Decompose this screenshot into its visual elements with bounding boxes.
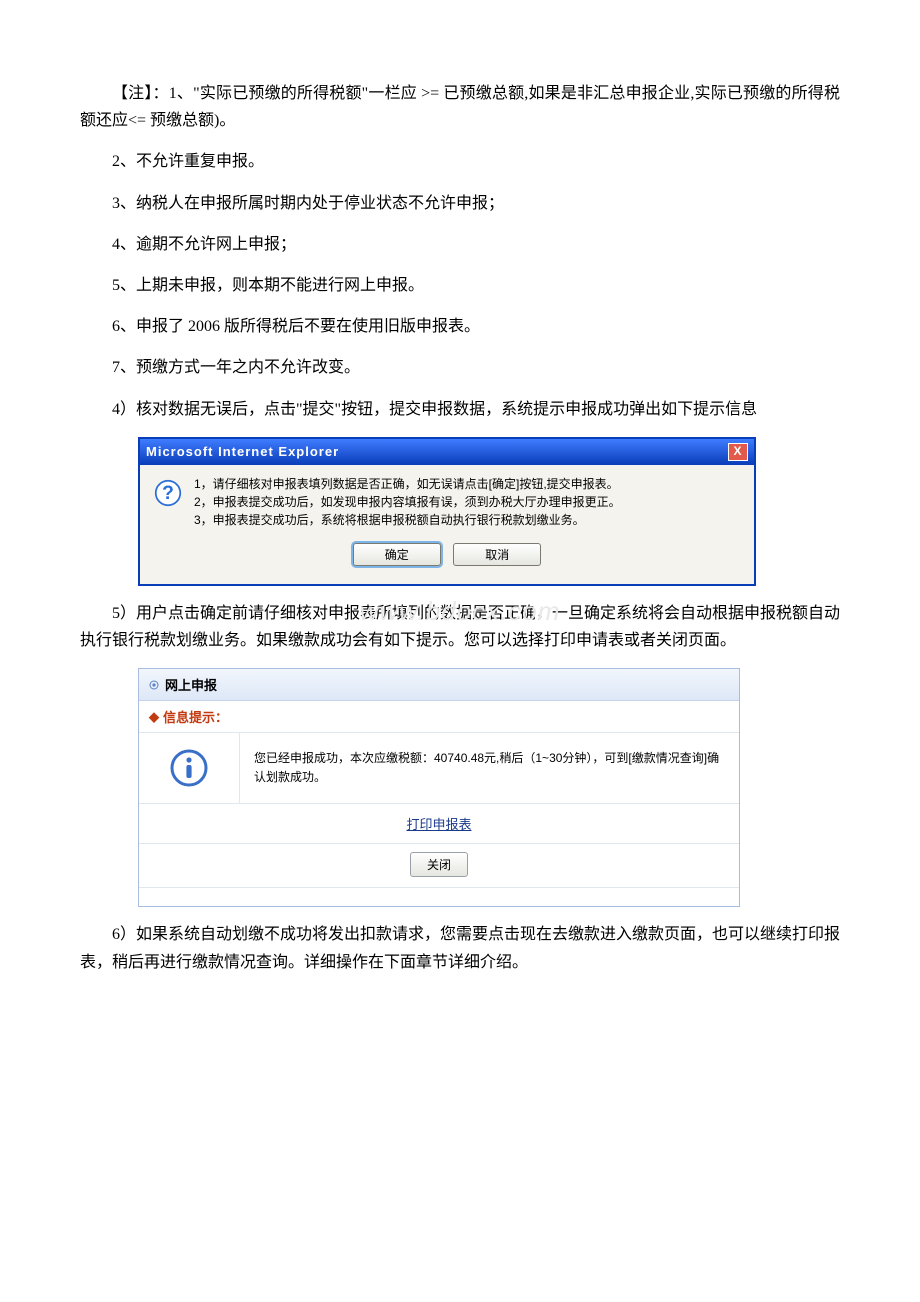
paragraph-note-4: 4、逾期不允许网上申报； [80,231,840,258]
dialog-titlebar: Microsoft Internet Explorer X [140,439,754,465]
success-panel: 网上申报 ◆ 信息提示： 您已经申报成功，本次应缴税额：40740.48元,稍后… [138,668,740,907]
paragraph-step-5: 5）用户点击确定前请仔细核对申报表所填列的数据是否正确，一旦确定系统将会自动根据… [80,600,840,654]
bullet-icon [149,680,159,690]
panel-subheader: ◆ 信息提示： [139,701,739,733]
panel-header: 网上申报 [139,669,739,701]
arrow-icon: ◆ [149,709,159,725]
dialog-line-2: 2，申报表提交成功后，如发现申报内容填报有误，须到办税大厅办理申报更正。 [194,493,621,511]
dialog-message: 1，请仔细核对申报表填列数据是否正确，如无误请点击[确定]按钮,提交申报表。 2… [194,475,621,529]
info-icon [169,748,209,788]
paragraph-note-5: 5、上期未申报，则本期不能进行网上申报。 [80,272,840,299]
ie-confirm-dialog: Microsoft Internet Explorer X ? 1，请仔细核对申… [138,437,756,586]
paragraph-note-2: 2、不允许重复申报。 [80,148,840,175]
panel-message: 您已经申报成功，本次应缴税额：40740.48元,稍后（1~30分钟），可到[缴… [240,733,739,803]
svg-text:?: ? [162,483,174,504]
dialog-line-1: 1，请仔细核对申报表填列数据是否正确，如无误请点击[确定]按钮,提交申报表。 [194,475,621,493]
dialog-line-3: 3，申报表提交成功后，系统将根据申报税额自动执行银行税款划缴业务。 [194,511,621,529]
panel-title: 网上申报 [165,675,217,694]
paragraph-note-7: 7、预缴方式一年之内不允许改变。 [80,354,840,381]
close-button[interactable]: 关闭 [410,852,468,877]
paragraph-note-1: 【注】：1、"实际已预缴的所得税额"一栏应 >= 已预缴总额,如果是非汇总申报企… [80,80,840,134]
ok-button[interactable]: 确定 [353,543,441,566]
dialog-title: Microsoft Internet Explorer [146,444,339,459]
question-icon: ? [154,479,182,507]
cancel-button[interactable]: 取消 [453,543,541,566]
paragraph-note-6: 6、申报了 2006 版所得税后不要在使用旧版申报表。 [80,313,840,340]
paragraph-note-3: 3、纳税人在申报所属时期内处于停业状态不允许申报； [80,190,840,217]
paragraph-step-6: 6）如果系统自动划缴不成功将发出扣款请求，您需要点击现在去缴款进入缴款页面，也可… [80,921,840,975]
print-report-link[interactable]: 打印申报表 [406,817,471,832]
close-icon[interactable]: X [728,443,748,461]
paragraph-step-4: 4）核对数据无误后，点击"提交"按钮，提交申报数据，系统提示申报成功弹出如下提示… [80,396,840,423]
panel-link-row: 打印申报表 [139,804,739,844]
panel-info-label: 信息提示： [163,707,228,726]
